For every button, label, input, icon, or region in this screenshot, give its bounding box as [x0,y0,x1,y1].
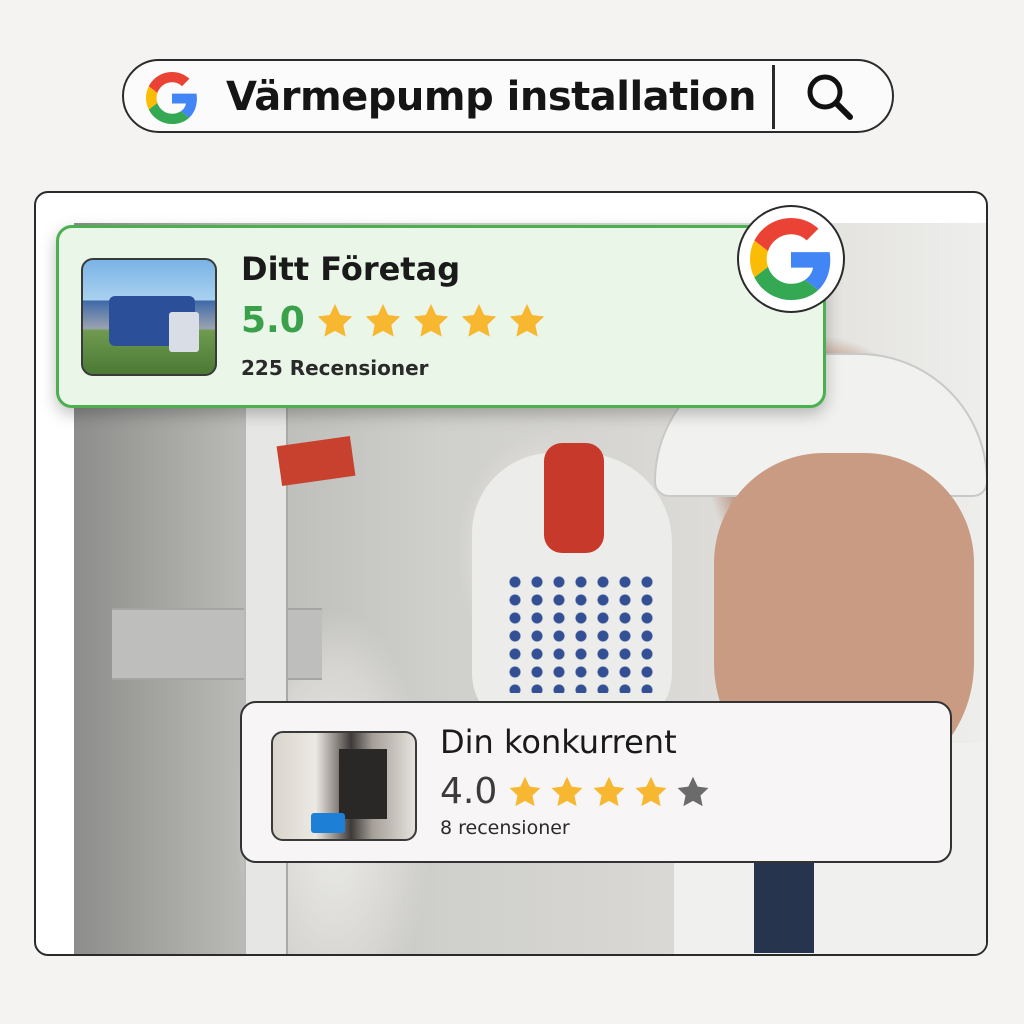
search-divider [772,65,775,129]
search-bar[interactable]: Värmepump installation [122,59,894,133]
star-filled-icon [413,303,448,337]
rating-row: 4.0 [440,771,717,812]
review-count[interactable]: 8 recensioner [440,817,570,839]
star-filled-icon [365,303,400,337]
review-count[interactable]: 225 Recensioner [241,356,429,380]
listing-card-own[interactable]: Ditt Företag 5.0 225 Recensioner [56,225,826,408]
star-filled-icon [509,776,541,806]
bucket-image [311,813,345,833]
google-badge [737,205,845,313]
star-rating [507,774,717,810]
rating-score: 4.0 [440,771,498,812]
business-name[interactable]: Din konkurrent [440,723,677,761]
star-empty-icon [677,776,709,806]
pipe-cutter-tool [544,443,604,553]
google-g-icon [750,218,831,300]
star-filled-icon [593,776,625,806]
star-filled-icon [509,303,544,337]
star-filled-icon [551,776,583,806]
rating-score: 5.0 [241,300,305,341]
listing-thumbnail [271,731,417,841]
machine-image [339,749,387,819]
business-name[interactable]: Ditt Företag [241,250,460,288]
search-button[interactable] [798,69,862,125]
star-filled-icon [317,303,352,337]
star-rating [315,301,555,341]
glove-grip-pattern [504,573,654,693]
star-filled-icon [461,303,496,337]
listing-thumbnail [81,258,217,376]
listing-card-competitor[interactable]: Din konkurrent 4.0 8 recensioner [240,701,952,863]
google-g-icon [146,72,197,124]
truck-grill [169,312,199,352]
search-query[interactable]: Värmepump installation [226,71,756,123]
star-filled-icon [635,776,667,806]
pipe-horizontal [112,608,322,680]
search-icon [807,74,853,120]
pipe-cap [276,436,356,486]
rating-row: 5.0 [241,300,555,341]
